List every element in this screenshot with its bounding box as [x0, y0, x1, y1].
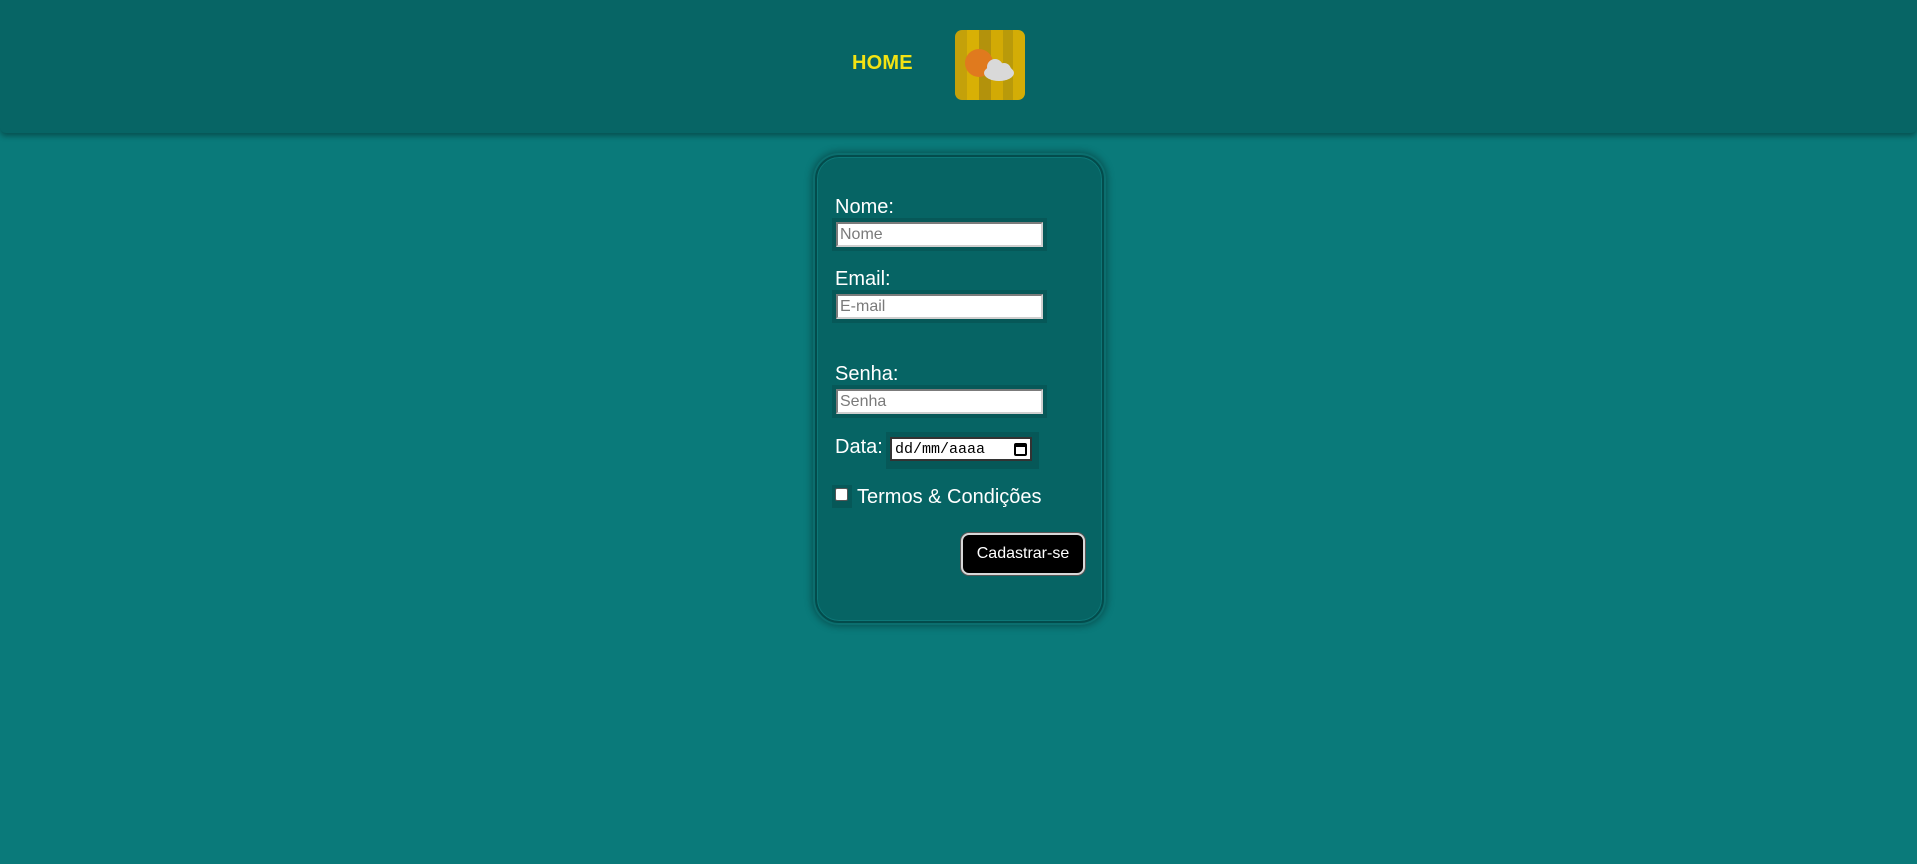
home-link[interactable]: HOME	[852, 52, 913, 75]
date-label: Data:	[835, 436, 883, 458]
password-input[interactable]	[836, 389, 1043, 414]
terms-checkbox[interactable]	[835, 488, 848, 501]
signup-button[interactable]: Cadastrar-se	[961, 533, 1085, 575]
date-field-wrapper: dd/mm/aaaa	[886, 432, 1039, 469]
name-label: Nome:	[835, 196, 894, 218]
calendar-icon[interactable]	[1014, 442, 1027, 456]
weather-logo-icon[interactable]	[955, 30, 1025, 100]
password-label: Senha:	[835, 363, 899, 385]
terms-checkbox-wrapper	[832, 485, 852, 508]
name-input[interactable]	[836, 222, 1043, 247]
top-navbar: HOME	[0, 0, 1917, 133]
name-field-wrapper	[832, 218, 1047, 251]
sun-cloud-icon	[965, 49, 1014, 81]
email-input[interactable]	[836, 294, 1043, 319]
password-field-wrapper	[832, 385, 1047, 418]
email-label: Email:	[835, 268, 891, 290]
terms-label[interactable]: Termos & Condições	[857, 486, 1042, 509]
date-placeholder: dd/mm/aaaa	[895, 440, 986, 458]
email-field-wrapper	[832, 290, 1047, 323]
date-input[interactable]: dd/mm/aaaa	[890, 437, 1032, 461]
